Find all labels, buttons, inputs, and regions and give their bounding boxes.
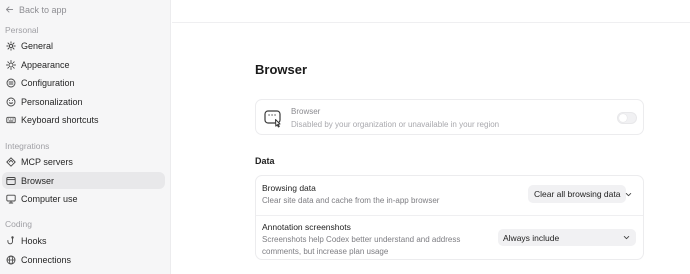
mcp-icon xyxy=(6,156,16,167)
annotation-screenshots-row: Annotation screenshots Screenshots help … xyxy=(256,216,643,261)
sidebar-item-connections[interactable]: Connections xyxy=(2,251,165,268)
section-label-coding: Coding xyxy=(5,219,32,229)
personalization-icon xyxy=(6,97,16,107)
sidebar-item-label: Personalization xyxy=(21,96,83,107)
chevron-down-icon xyxy=(625,192,631,196)
sidebar-item-label: Computer use xyxy=(21,193,78,204)
sidebar-item-label: General xyxy=(21,40,54,51)
sidebar-item-label: Configuration xyxy=(21,77,75,88)
sidebar-item-general[interactable]: General xyxy=(2,37,165,54)
sidebar-item-configuration[interactable]: Configuration xyxy=(2,74,165,91)
browsing-data-row: Browsing data Clear site data and cache … xyxy=(256,176,643,216)
hook-icon xyxy=(6,235,16,246)
data-section-heading: Data xyxy=(255,156,275,166)
clear-browsing-data-button[interactable]: Clear all browsing data xyxy=(528,185,627,203)
settings-sidebar: Back to app Personal General Appearance … xyxy=(0,0,171,274)
back-to-app-link[interactable]: Back to app xyxy=(5,3,67,16)
sidebar-item-computer-use[interactable]: Computer use xyxy=(2,190,165,207)
sidebar-item-label: Keyboard shortcuts xyxy=(21,114,99,125)
sliders-icon xyxy=(6,78,16,88)
sidebar-item-label: Connections xyxy=(21,254,72,265)
keyboard-icon xyxy=(6,115,16,125)
annotation-screenshots-label: Annotation screenshots xyxy=(262,222,351,232)
browser-feature-card: Browser Disabled by your organization or… xyxy=(255,99,644,135)
browser-card-title: Browser xyxy=(291,107,321,116)
gear-icon xyxy=(6,40,16,51)
sidebar-item-label: MCP servers xyxy=(21,156,73,167)
browsing-data-label: Browsing data xyxy=(262,183,316,193)
header-divider xyxy=(172,22,690,23)
sidebar-item-label: Browser xyxy=(21,175,55,186)
section-label-integrations: Integrations xyxy=(5,141,50,151)
clear-browsing-data-label: Clear all browsing data xyxy=(534,189,621,199)
back-to-app-label: Back to app xyxy=(19,4,67,15)
annotation-screenshots-select[interactable]: Always include xyxy=(498,229,636,246)
computer-icon xyxy=(6,194,16,204)
arrow-left-icon xyxy=(5,6,14,13)
sidebar-item-browser[interactable]: Browser xyxy=(2,172,165,189)
clear-options-dropdown[interactable] xyxy=(623,189,633,199)
sidebar-item-personalization[interactable]: Personalization xyxy=(2,93,165,110)
browser-app-icon xyxy=(264,110,281,128)
sidebar-item-hooks[interactable]: Hooks xyxy=(2,232,165,249)
select-value: Always include xyxy=(503,232,560,243)
sidebar-item-mcp-servers[interactable]: MCP servers xyxy=(2,153,165,170)
section-label-personal: Personal xyxy=(5,25,39,35)
sidebar-item-label: Hooks xyxy=(21,235,47,246)
browser-toggle[interactable] xyxy=(617,112,637,124)
sidebar-item-appearance[interactable]: Appearance xyxy=(2,56,165,73)
sidebar-item-label: Appearance xyxy=(21,59,70,70)
data-settings-card: Browsing data Clear site data and cache … xyxy=(255,175,644,260)
globe-icon xyxy=(6,255,16,265)
annotation-screenshots-description: Screenshots help Codex better understand… xyxy=(262,235,461,256)
chevron-down-icon xyxy=(623,235,630,240)
browsing-data-description: Clear site data and cache from the in-ap… xyxy=(262,196,440,205)
sun-icon xyxy=(6,59,16,70)
browser-card-subtitle: Disabled by your organization or unavail… xyxy=(291,120,500,129)
page-title: Browser xyxy=(255,62,308,77)
sidebar-item-keyboard-shortcuts[interactable]: Keyboard shortcuts xyxy=(2,111,165,128)
browser-icon xyxy=(6,176,16,186)
